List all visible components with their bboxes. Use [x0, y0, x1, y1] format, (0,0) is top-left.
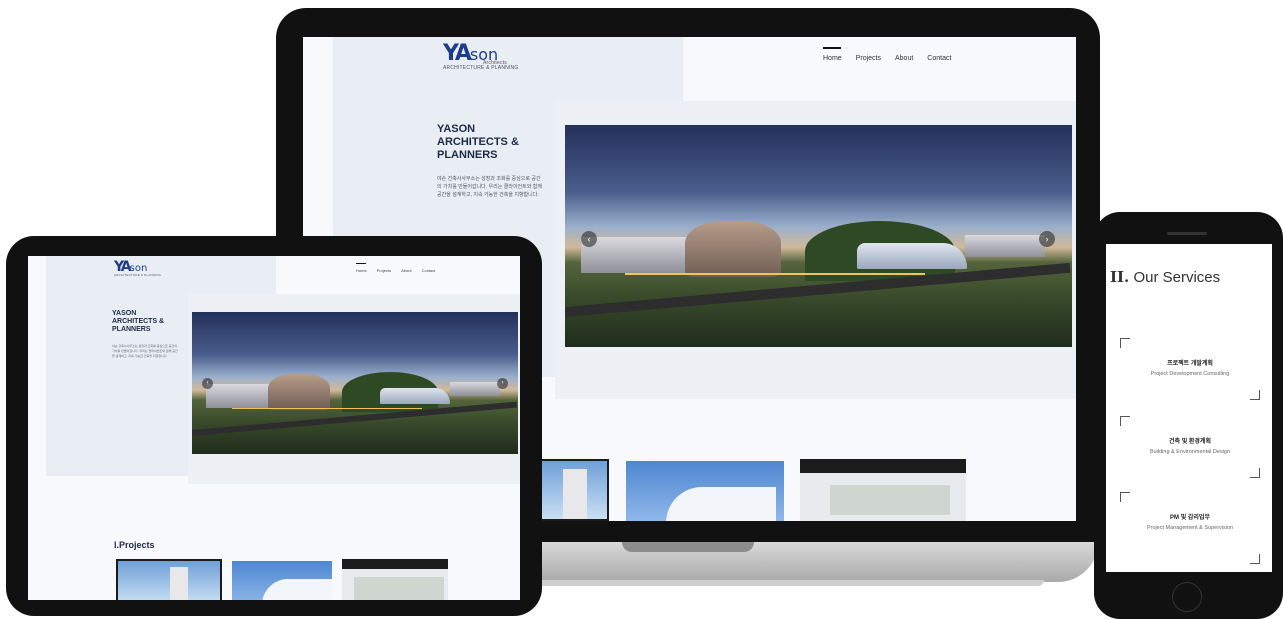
- nav-item-projects[interactable]: Projects: [377, 268, 391, 273]
- hero-slider[interactable]: ‹ ›: [565, 125, 1072, 347]
- project-thumb-3[interactable]: [342, 559, 448, 600]
- phone-screen: II. Our Services 프로젝트 개발계획 Project Devel…: [1106, 244, 1272, 572]
- device-mockup-stage: YAson Architects ARCHITECTURE & PLANNING…: [0, 0, 1283, 619]
- service-title-en: Building & Environmental Design: [1149, 449, 1231, 455]
- nav-active-indicator: [356, 263, 366, 264]
- nav-item-home[interactable]: Home: [823, 55, 842, 62]
- services-title: Our Services: [1133, 269, 1221, 286]
- corner-decoration: [1120, 492, 1130, 502]
- corner-decoration: [1250, 468, 1260, 478]
- hero-lights: [625, 273, 925, 275]
- phone-speaker: [1167, 232, 1207, 235]
- chevron-left-icon[interactable]: ‹: [202, 378, 213, 389]
- project-thumb-2[interactable]: [232, 561, 332, 600]
- project-thumb-1[interactable]: [539, 459, 609, 521]
- nav-active-indicator: [823, 47, 841, 49]
- services-index: II.: [1110, 268, 1130, 286]
- project-thumb-building: [563, 469, 587, 519]
- service-title-ko: 프로젝트 개발계획: [1167, 361, 1213, 367]
- corner-decoration: [1250, 554, 1260, 564]
- hero-building-dome: [268, 374, 330, 410]
- nav-item-home[interactable]: Home: [356, 268, 367, 273]
- project-thumb-caption-bar: [800, 459, 966, 473]
- project-thumb-1[interactable]: [116, 559, 222, 600]
- hero-headline: YASON ARCHITECTS & PLANNERS: [112, 310, 165, 333]
- project-thumb-building: [170, 567, 188, 600]
- logo-tagline: ARCHITECTURE & PLANNING: [443, 65, 519, 71]
- nav-item-projects[interactable]: Projects: [856, 55, 881, 62]
- hero-slider[interactable]: ‹ ›: [192, 312, 518, 454]
- chevron-right-icon[interactable]: ›: [1039, 231, 1055, 247]
- main-nav: Home Projects About Contact: [823, 47, 951, 62]
- service-title-en: Project Development Consulting: [1150, 371, 1230, 377]
- site-logo[interactable]: YAson Architects ARCHITECTURE & PLANNING: [443, 41, 518, 71]
- laptop-notch: [622, 542, 754, 552]
- service-title-en: Project Management & Supervision: [1146, 525, 1234, 531]
- corner-decoration: [1120, 416, 1130, 426]
- project-thumb-building: [666, 487, 776, 521]
- projects-title: Projects: [119, 540, 155, 550]
- hero-building-far: [450, 382, 500, 396]
- hero-building-far: [965, 235, 1045, 257]
- service-title-ko: 건축 및 환경계획: [1169, 439, 1211, 445]
- hero-body: 야손 건축사사무소는 성장과 조화를 중심으로 공간의 가치를 만들어갑니다. …: [437, 176, 542, 198]
- project-thumb-building: [830, 485, 950, 515]
- chevron-left-icon[interactable]: ‹: [581, 231, 597, 247]
- nav-item-contact[interactable]: Contact: [927, 55, 951, 62]
- service-title-ko: PM 및 감리업무: [1170, 515, 1210, 521]
- project-thumb-building: [354, 577, 444, 600]
- corner-decoration: [1250, 390, 1260, 400]
- chevron-right-icon[interactable]: ›: [497, 378, 508, 389]
- hero-headline: YASON ARCHITECTS & PLANNERS: [437, 123, 519, 161]
- home-button[interactable]: [1172, 582, 1202, 612]
- corner-decoration: [1120, 338, 1130, 348]
- tablet-screen: YAson ARCHITECTURE & PLANNING Home Proje…: [28, 256, 520, 600]
- hero-body: 야손 건축사사무소는 성장과 조화를 중심으로 공간의 가치를 만들어갑니다. …: [112, 344, 178, 358]
- hero-lights: [232, 408, 422, 409]
- main-nav: Home Projects About Contact: [356, 263, 436, 273]
- project-thumb-3[interactable]: [800, 459, 966, 521]
- hero-building-right: [857, 243, 967, 269]
- service-card[interactable]: PM 및 감리업무 Project Management & Supervisi…: [1120, 492, 1260, 564]
- nav-item-contact[interactable]: Contact: [422, 268, 436, 273]
- site-logo[interactable]: YAson ARCHITECTURE & PLANNING: [114, 258, 161, 277]
- project-thumb-2[interactable]: [626, 461, 784, 521]
- hero-building-right: [380, 388, 450, 404]
- nav-item-about[interactable]: About: [895, 55, 913, 62]
- services-heading: II. Our Services: [1110, 268, 1220, 286]
- logo-mark: YA: [443, 41, 472, 66]
- project-thumb-building: [262, 579, 332, 600]
- logo-tagline: ARCHITECTURE & PLANNING: [114, 273, 162, 277]
- service-card[interactable]: 건축 및 환경계획 Building & Environmental Desig…: [1120, 416, 1260, 478]
- service-card[interactable]: 프로젝트 개발계획 Project Development Consulting: [1120, 338, 1260, 400]
- nav-item-about[interactable]: About: [401, 268, 411, 273]
- hero-building-dome: [685, 221, 781, 277]
- projects-heading: I.Projects: [114, 540, 155, 550]
- project-thumb-caption-bar: [342, 559, 448, 569]
